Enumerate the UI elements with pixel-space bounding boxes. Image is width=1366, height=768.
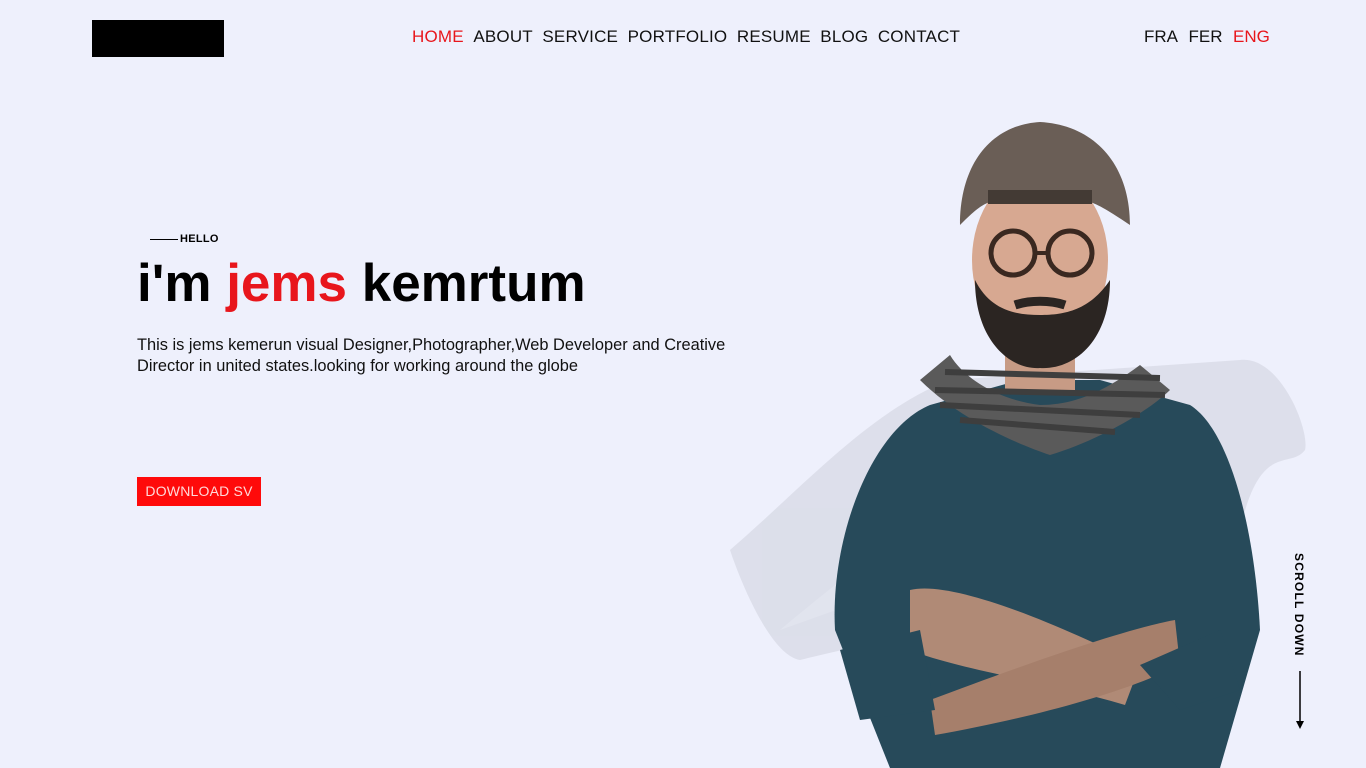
lang-eng[interactable]: ENG (1233, 27, 1270, 47)
nav-about[interactable]: ABOUT (473, 27, 533, 47)
headline-suffix: kemrtum (347, 254, 586, 313)
lang-fer[interactable]: FER (1189, 27, 1223, 47)
scroll-down-indicator[interactable]: SCROLL DOWN (1286, 553, 1314, 733)
headline-prefix: i'm (137, 254, 227, 313)
headline-highlight: jems (226, 254, 347, 313)
hero-headline: i'm jems kemrtum (137, 252, 586, 316)
scroll-down-label: SCROLL DOWN (1292, 553, 1306, 657)
nav-contact[interactable]: CONTACT (878, 27, 960, 47)
arrow-down-icon (1296, 671, 1304, 729)
hero-kicker: HELLO (150, 233, 219, 245)
download-cv-button[interactable]: DOWNLOAD SV (137, 477, 261, 506)
kicker-line (150, 238, 178, 240)
nav-home[interactable]: HOME (412, 27, 464, 47)
nav-portfolio[interactable]: PORTFOLIO (628, 27, 728, 47)
nav-service[interactable]: SERVICE (542, 27, 618, 47)
site-logo[interactable] (92, 20, 224, 57)
main-nav: HOME ABOUT SERVICE PORTFOLIO RESUME BLOG… (412, 27, 970, 47)
language-switcher: FRA FER ENG (1144, 27, 1270, 47)
lang-fra[interactable]: FRA (1144, 27, 1178, 47)
hero-description: This is jems kemerun visual Designer,Pho… (137, 336, 726, 375)
hero-portrait-image (730, 122, 1306, 768)
kicker-text: HELLO (180, 233, 219, 245)
nav-resume[interactable]: RESUME (737, 27, 811, 47)
nav-blog[interactable]: BLOG (820, 27, 868, 47)
